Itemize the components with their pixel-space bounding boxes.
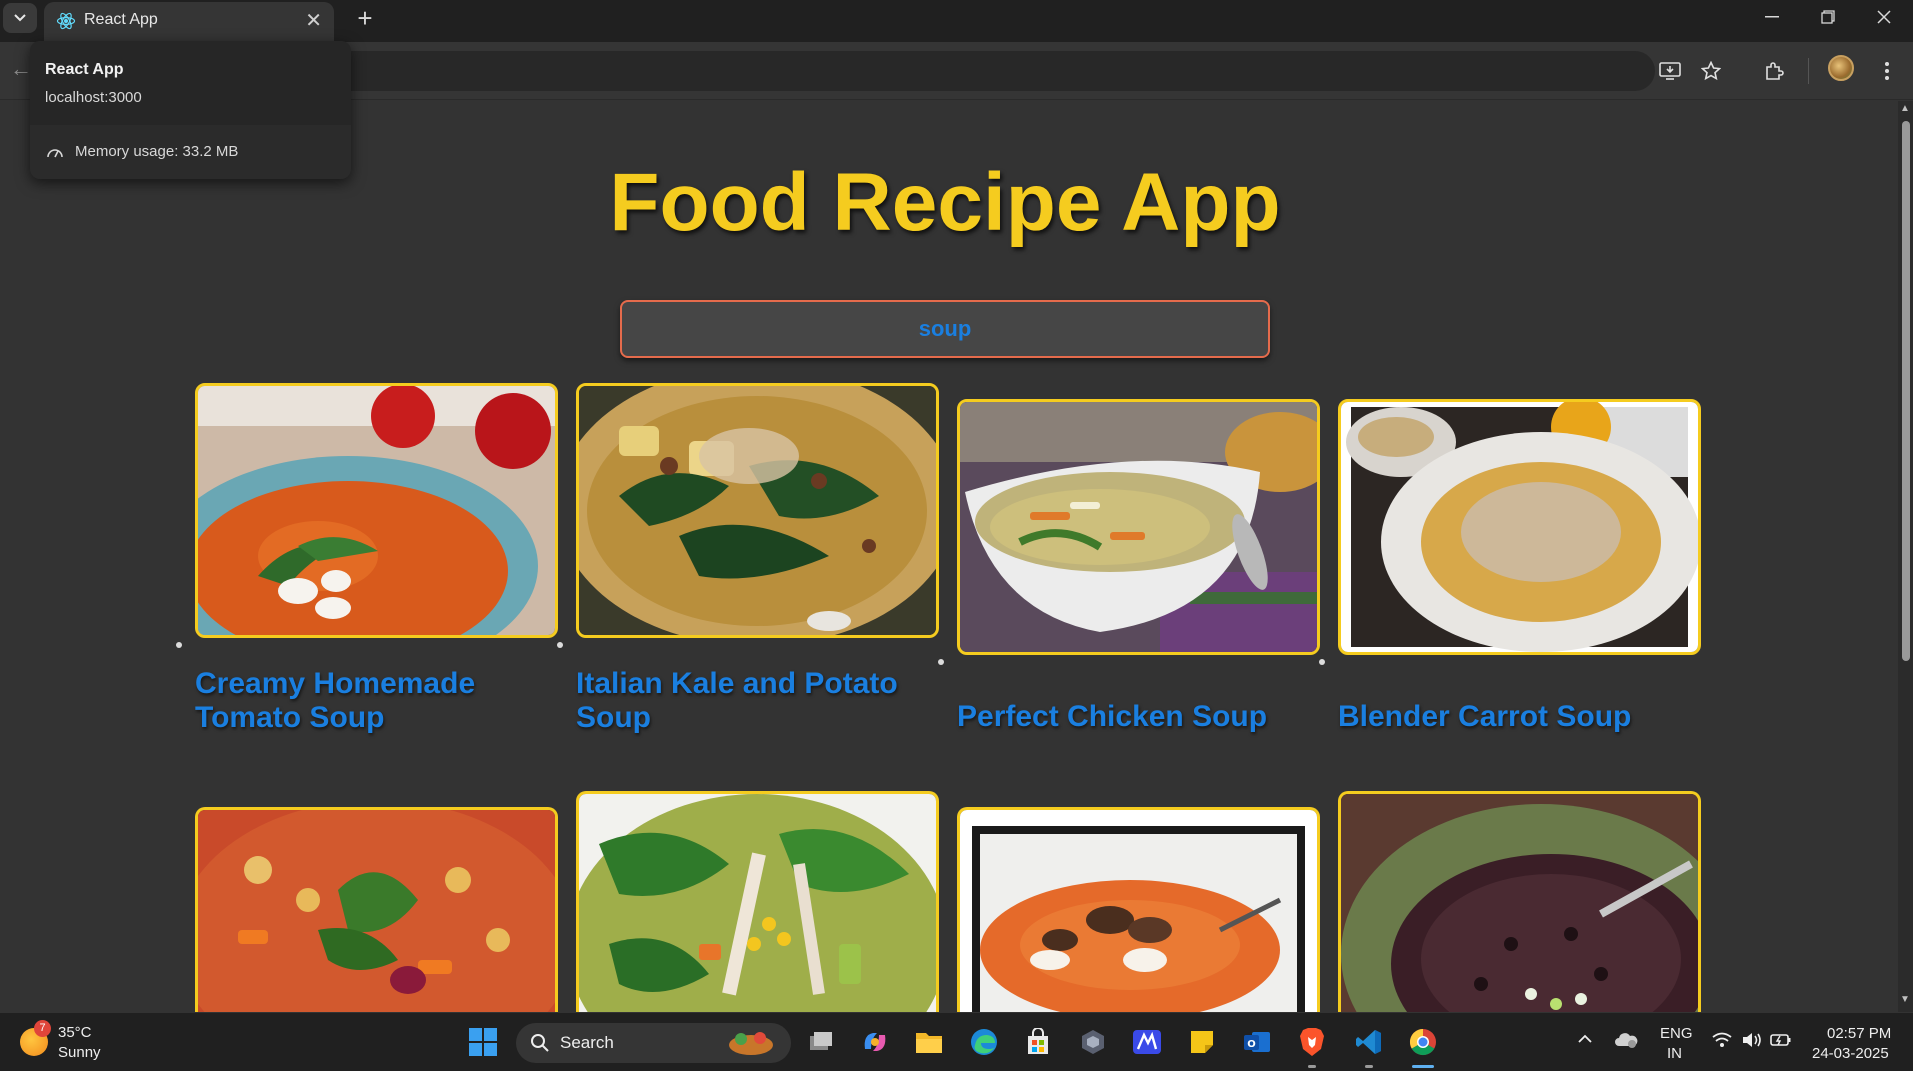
wifi-icon[interactable]	[1712, 1032, 1732, 1052]
hover-card-header	[30, 41, 351, 125]
list-bullet	[557, 642, 563, 648]
web-page: Food Recipe App soup Creamy Homemade Tom…	[0, 101, 1900, 1012]
hover-card-title: React App	[45, 61, 124, 78]
memory-gauge-icon	[47, 149, 63, 158]
minimize-icon	[1765, 16, 1779, 18]
screen: React App ✕ + ← Food Recipe App soup Cre…	[0, 0, 1913, 1071]
recipe-image[interactable]	[576, 791, 939, 1012]
onedrive-cloud-icon[interactable]	[1614, 1031, 1638, 1053]
recipe-title[interactable]: Creamy Homemade Tomato Soup	[195, 667, 558, 735]
chevron-down-icon	[14, 14, 26, 22]
tab-search-button[interactable]	[3, 3, 37, 33]
hover-card-url: localhost:3000	[45, 89, 142, 106]
recipe-image[interactable]	[195, 383, 558, 638]
taskbar-search-label: Search	[560, 1033, 614, 1052]
language-indicator-line2[interactable]: IN	[1667, 1045, 1682, 1062]
page-scrollbar[interactable]: ▲ ▼	[1898, 101, 1913, 1012]
microsoft-store-icon[interactable]	[1019, 1023, 1057, 1061]
taskbar-search[interactable]: Search	[516, 1023, 791, 1063]
more-menu-icon[interactable]	[1870, 54, 1904, 88]
browser-tab-bar: React App ✕ +	[0, 0, 1913, 42]
kale-potato-soup-photo	[579, 386, 936, 635]
weather-badge: 7	[34, 1020, 51, 1037]
back-arrow-icon[interactable]: ←	[10, 56, 32, 82]
toolbar-divider	[1808, 58, 1809, 84]
browser-tab[interactable]: React App ✕	[44, 2, 334, 42]
lightning-app-icon[interactable]	[1128, 1023, 1166, 1061]
close-icon	[1877, 10, 1891, 24]
outlook-icon[interactable]: O	[1238, 1023, 1276, 1061]
recipe-image[interactable]	[1338, 399, 1701, 655]
brave-running-indicator	[1308, 1065, 1316, 1068]
mushroom-soup-photo	[960, 810, 1317, 1012]
recipe-image[interactable]	[957, 807, 1320, 1012]
tab-title: React App	[84, 11, 158, 28]
chicken-noodle-soup-photo	[960, 402, 1317, 652]
battery-icon[interactable]	[1770, 1032, 1792, 1052]
windows-logo-icon	[469, 1028, 497, 1056]
recipe-title[interactable]: Perfect Chicken Soup	[957, 700, 1320, 734]
scroll-thumb[interactable]	[1902, 121, 1910, 661]
restore-button[interactable]	[1800, 0, 1856, 34]
bookmark-star-icon[interactable]	[1694, 54, 1728, 88]
carrot-soup-photo	[1341, 402, 1698, 652]
copilot-icon[interactable]	[856, 1023, 894, 1061]
install-app-icon[interactable]	[1653, 54, 1687, 88]
hexagon-app-icon[interactable]	[1074, 1023, 1112, 1061]
task-view-icon[interactable]	[802, 1023, 840, 1061]
weather-temperature[interactable]: 35°C	[58, 1024, 92, 1041]
windows-taskbar: 7 35°C Sunny Search O ENG IN 02:57 PM 24…	[0, 1012, 1913, 1071]
brave-browser-icon[interactable]	[1293, 1023, 1331, 1061]
search-icon	[531, 1034, 549, 1052]
extensions-puzzle-icon[interactable]	[1757, 54, 1791, 88]
weather-condition[interactable]: Sunny	[58, 1044, 101, 1061]
recipe-title[interactable]: Italian Kale and Potato Soup	[576, 667, 939, 735]
close-window-button[interactable]	[1856, 0, 1912, 34]
restore-icon	[1821, 10, 1835, 24]
list-bullet	[1319, 659, 1325, 665]
chrome-active-indicator	[1412, 1065, 1434, 1068]
chrome-icon[interactable]	[1404, 1023, 1442, 1061]
vscode-icon[interactable]	[1350, 1023, 1388, 1061]
clock-date[interactable]: 24-03-2025	[1812, 1045, 1889, 1062]
svg-text:O: O	[1247, 1039, 1256, 1050]
react-logo-icon	[56, 12, 76, 30]
scroll-down-arrow-icon[interactable]: ▼	[1900, 994, 1910, 1005]
scroll-up-arrow-icon[interactable]: ▲	[1900, 103, 1910, 114]
minimize-button[interactable]	[1744, 0, 1800, 34]
show-hidden-icons-chevron-icon[interactable]	[1577, 1031, 1593, 1048]
search-highlight-icon	[729, 1032, 773, 1055]
list-bullet	[176, 642, 182, 648]
recipe-image[interactable]	[195, 807, 558, 1012]
recipe-image[interactable]	[1338, 791, 1701, 1012]
start-button[interactable]	[464, 1023, 502, 1061]
vscode-running-indicator	[1365, 1065, 1373, 1068]
chicken-vegetable-soup-photo	[579, 794, 936, 1012]
tomato-soup-photo	[198, 386, 555, 635]
recipe-search-input[interactable]: soup	[620, 300, 1270, 358]
language-indicator-line1[interactable]: ENG	[1660, 1025, 1693, 1042]
tab-hover-card: React App localhost:3000 Memory usage: 3…	[30, 41, 351, 179]
recipe-image[interactable]	[576, 383, 939, 638]
tab-close-icon[interactable]: ✕	[305, 8, 322, 33]
profile-avatar[interactable]	[1828, 55, 1854, 81]
minestrone-soup-photo	[198, 810, 555, 1012]
recipe-title[interactable]: Blender Carrot Soup	[1338, 700, 1701, 734]
hover-card-memory: Memory usage: 33.2 MB	[75, 143, 239, 160]
clock-time[interactable]: 02:57 PM	[1827, 1025, 1891, 1042]
recipe-image[interactable]	[957, 399, 1320, 655]
list-bullet	[938, 659, 944, 665]
new-tab-button[interactable]: +	[350, 3, 380, 33]
sticky-notes-icon[interactable]	[1183, 1023, 1221, 1061]
volume-icon[interactable]	[1741, 1031, 1763, 1053]
file-explorer-icon[interactable]	[910, 1023, 948, 1061]
black-bean-soup-photo	[1341, 794, 1698, 1012]
edge-browser-icon[interactable]	[965, 1023, 1003, 1061]
